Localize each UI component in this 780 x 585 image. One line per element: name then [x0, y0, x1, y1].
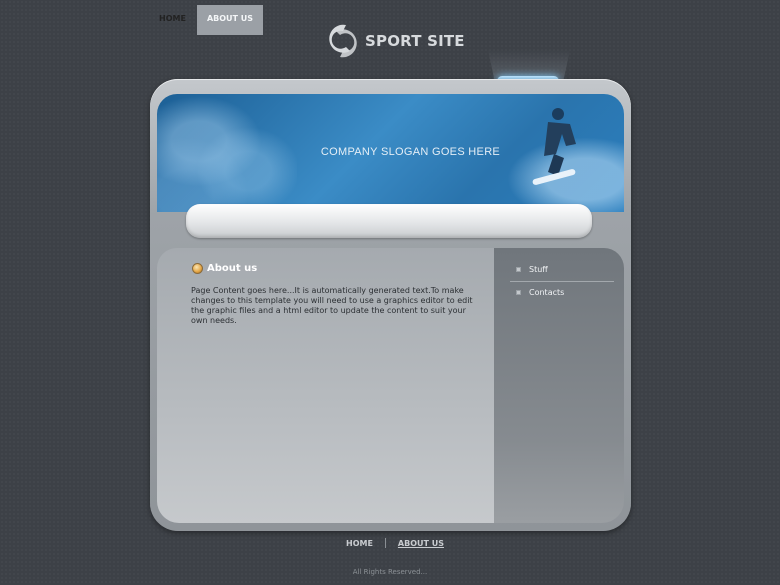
header-banner: COMPANY SLOGAN GOES HERE	[157, 94, 624, 212]
footer-about-link[interactable]: ABOUT US	[398, 539, 444, 548]
logo-mark-icon	[329, 24, 357, 58]
sidebar-item-stuff[interactable]: Stuff	[516, 258, 612, 280]
footer-separator	[384, 538, 386, 548]
content-body: Page Content goes here...It is automatic…	[191, 286, 473, 325]
copyright-text: All Rights Reserved...	[352, 568, 428, 576]
footer-nav: HOME ABOUT US	[346, 538, 444, 548]
main-nav	[186, 204, 592, 238]
sidebar-item-label: Contacts	[529, 287, 565, 297]
sidebar-item-label: Stuff	[529, 264, 548, 274]
content-title: About us	[207, 263, 258, 274]
footer-home-link[interactable]: HOME	[346, 539, 373, 548]
nav-home-link[interactable]: HOME	[150, 5, 195, 35]
company-slogan: COMPANY SLOGAN GOES HERE	[320, 146, 501, 158]
content-heading: About us	[192, 263, 257, 274]
nav-about-link[interactable]: ABOUT US	[197, 5, 263, 35]
logo-text: SPORT SITE	[365, 32, 465, 50]
sidebar-item-contacts[interactable]: Contacts	[516, 281, 612, 303]
site-logo[interactable]: SPORT SITE	[326, 21, 465, 61]
square-bullet-icon	[516, 289, 521, 295]
square-bullet-icon	[516, 266, 521, 272]
bullet-icon	[192, 263, 203, 274]
